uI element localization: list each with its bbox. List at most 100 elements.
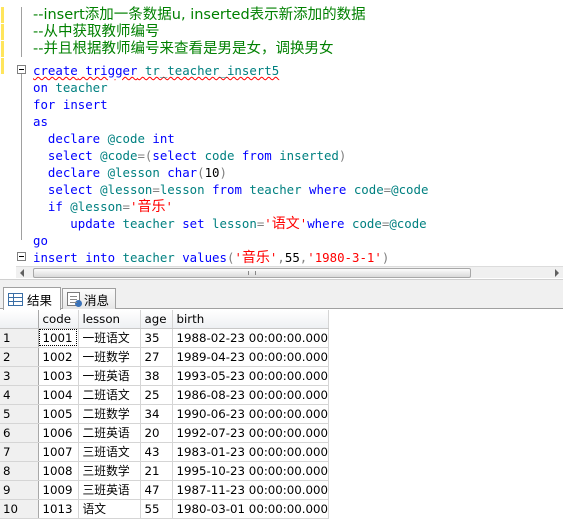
code-line[interactable]: declare @lesson char(10) <box>33 164 227 181</box>
table-cell[interactable]: 1002 <box>38 347 79 367</box>
code-line[interactable]: go <box>33 232 48 249</box>
tab-messages[interactable]: 消息 <box>62 288 116 309</box>
row-number[interactable]: 5 <box>0 404 39 424</box>
table-cell[interactable]: 38 <box>140 366 173 386</box>
row-number[interactable]: 1 <box>0 328 39 348</box>
row-number[interactable]: 4 <box>0 385 39 405</box>
table-cell[interactable]: 1005 <box>38 404 79 424</box>
code-token: select <box>33 148 93 163</box>
table-cell[interactable]: 二班语文 <box>78 385 141 405</box>
table-row[interactable]: 9 1009 三班英语 47 1987-11-23 00:00:00.000 <box>0 480 330 500</box>
table-cell[interactable]: 语文 <box>78 499 141 519</box>
table-cell[interactable]: 三班数学 <box>78 461 141 481</box>
code-line[interactable]: insert into teacher values('音乐',55,'1980… <box>33 249 389 266</box>
table-row[interactable]: 6 1006 二班英语 20 1992-07-23 00:00:00.000 <box>0 423 330 443</box>
table-row[interactable]: 10 1013 语文 55 1980-03-01 00:00:00.000 <box>0 499 330 519</box>
collapse-toggle-icon[interactable] <box>17 252 26 261</box>
table-row[interactable]: 4 1004 二班语文 25 1986-08-23 00:00:00.000 <box>0 385 330 405</box>
table-cell[interactable]: 1006 <box>38 423 79 443</box>
pane-splitter[interactable] <box>0 279 563 287</box>
column-header[interactable]: lesson <box>78 310 141 329</box>
code-line[interactable]: select @code=(select code from inserted) <box>33 147 346 164</box>
table-row[interactable]: 2 1002 一班数学 27 1989-04-23 00:00:00.000 <box>0 347 330 367</box>
results-grid[interactable]: code lesson age birth 1 1001 一班语文 35 1988-02… <box>0 310 563 527</box>
table-cell[interactable]: 1983-01-23 00:00:00.000 <box>172 442 330 462</box>
collapse-toggle-icon[interactable] <box>17 65 26 74</box>
code-line[interactable]: --并且根据教师编号来查看是男是女，调换男女 <box>33 41 333 58</box>
table-cell[interactable]: 一班数学 <box>78 347 141 367</box>
table-cell[interactable]: 25 <box>140 385 173 405</box>
code-line[interactable]: --insert添加一条数据u, inserted表示新添加的数据 <box>33 7 366 24</box>
table-cell[interactable]: 1992-07-23 00:00:00.000 <box>172 423 330 443</box>
row-number[interactable]: 2 <box>0 347 39 367</box>
table-cell[interactable]: 1008 <box>38 461 79 481</box>
table-cell[interactable]: 三班语文 <box>78 442 141 462</box>
row-number[interactable]: 10 <box>0 499 39 519</box>
table-cell[interactable]: 三班英语 <box>78 480 141 500</box>
table-row[interactable]: 5 1005 二班数学 34 1990-06-23 00:00:00.000 <box>0 404 330 424</box>
table-cell[interactable]: 27 <box>140 347 173 367</box>
table-cell[interactable]: 1993-05-23 00:00:00.000 <box>172 366 330 386</box>
table-cell[interactable]: 55 <box>140 499 173 519</box>
table-cell[interactable]: 1990-06-23 00:00:00.000 <box>172 404 330 424</box>
table-row[interactable]: 1 1001 一班语文 35 1988-02-23 00:00:00.000 <box>0 328 330 348</box>
horizontal-scrollbar[interactable] <box>16 266 563 278</box>
table-cell[interactable]: 二班英语 <box>78 423 141 443</box>
results-table[interactable]: code lesson age birth 1 1001 一班语文 35 1988-02… <box>0 310 330 519</box>
code-line[interactable]: select @lesson=lesson from teacher where… <box>33 181 429 198</box>
table-cell[interactable]: 一班英语 <box>78 366 141 386</box>
code-token: char <box>167 165 198 180</box>
code-line[interactable]: create trigger tr_teacher_insert5 <box>33 62 279 79</box>
tab-results[interactable]: 结果 <box>3 287 61 310</box>
column-header[interactable]: age <box>140 310 173 329</box>
table-cell[interactable]: 1989-04-23 00:00:00.000 <box>172 347 330 367</box>
code-token: --insert添加一条数据u, inserted表示新添加的数据 <box>33 7 366 23</box>
code-line[interactable]: on teacher <box>33 79 108 96</box>
tab-messages-label: 消息 <box>84 292 110 308</box>
changed-line-marker <box>1 41 4 57</box>
table-cell[interactable]: 1980-03-01 00:00:00.000 <box>172 499 330 519</box>
table-cell[interactable]: 1986-08-23 00:00:00.000 <box>172 385 330 405</box>
sql-editor[interactable]: --insert添加一条数据u, inserted表示新添加的数据 --从中获取教… <box>0 0 563 266</box>
table-row[interactable]: 3 1003 一班英语 38 1993-05-23 00:00:00.000 <box>0 366 330 386</box>
table-row[interactable]: 8 1008 三班数学 21 1995-10-23 00:00:00.000 <box>0 461 330 481</box>
scroll-left-arrow-icon[interactable] <box>20 269 24 277</box>
table-cell[interactable]: 21 <box>140 461 173 481</box>
table-cell[interactable]: 1001 <box>38 328 79 348</box>
table-cell[interactable]: 1987-11-23 00:00:00.000 <box>172 480 330 500</box>
row-number[interactable]: 9 <box>0 480 39 500</box>
row-number[interactable]: 6 <box>0 423 39 443</box>
code-line[interactable]: --从中获取教师编号 <box>33 24 159 41</box>
table-cell[interactable]: 一班语文 <box>78 328 141 348</box>
code-line[interactable]: if @lesson='音乐' <box>33 198 173 215</box>
table-cell[interactable]: 1007 <box>38 442 79 462</box>
table-cell[interactable]: 43 <box>140 442 173 462</box>
row-number[interactable]: 8 <box>0 461 39 481</box>
table-cell[interactable]: 1004 <box>38 385 79 405</box>
table-cell[interactable]: 20 <box>140 423 173 443</box>
table-cell[interactable]: 1995-10-23 00:00:00.000 <box>172 461 330 481</box>
table-cell[interactable]: 1988-02-23 00:00:00.000 <box>172 328 330 348</box>
grid-icon <box>8 292 23 306</box>
table-cell[interactable]: 1009 <box>38 480 79 500</box>
row-number-header[interactable] <box>0 310 39 329</box>
table-cell[interactable]: 1013 <box>38 499 79 519</box>
table-cell[interactable]: 34 <box>140 404 173 424</box>
table-cell[interactable]: 35 <box>140 328 173 348</box>
table-cell[interactable]: 47 <box>140 480 173 500</box>
table-row[interactable]: 7 1007 三班语文 43 1983-01-23 00:00:00.000 <box>0 442 330 462</box>
code-line[interactable]: as <box>33 113 48 130</box>
column-header[interactable]: code <box>38 310 79 329</box>
table-cell[interactable]: 1003 <box>38 366 79 386</box>
code-line[interactable]: update teacher set lesson='语文'where code… <box>33 215 426 232</box>
code-line[interactable]: declare @code int <box>33 130 175 147</box>
scroll-right-arrow-icon[interactable] <box>555 269 559 277</box>
table-cell[interactable]: 二班数学 <box>78 404 141 424</box>
scrollbar-thumb[interactable] <box>33 268 471 278</box>
code-token: declare <box>33 165 101 180</box>
row-number[interactable]: 7 <box>0 442 39 462</box>
code-token: , <box>277 250 285 265</box>
column-header[interactable]: birth <box>172 310 330 329</box>
row-number[interactable]: 3 <box>0 366 39 386</box>
code-line[interactable]: for insert <box>33 96 108 113</box>
